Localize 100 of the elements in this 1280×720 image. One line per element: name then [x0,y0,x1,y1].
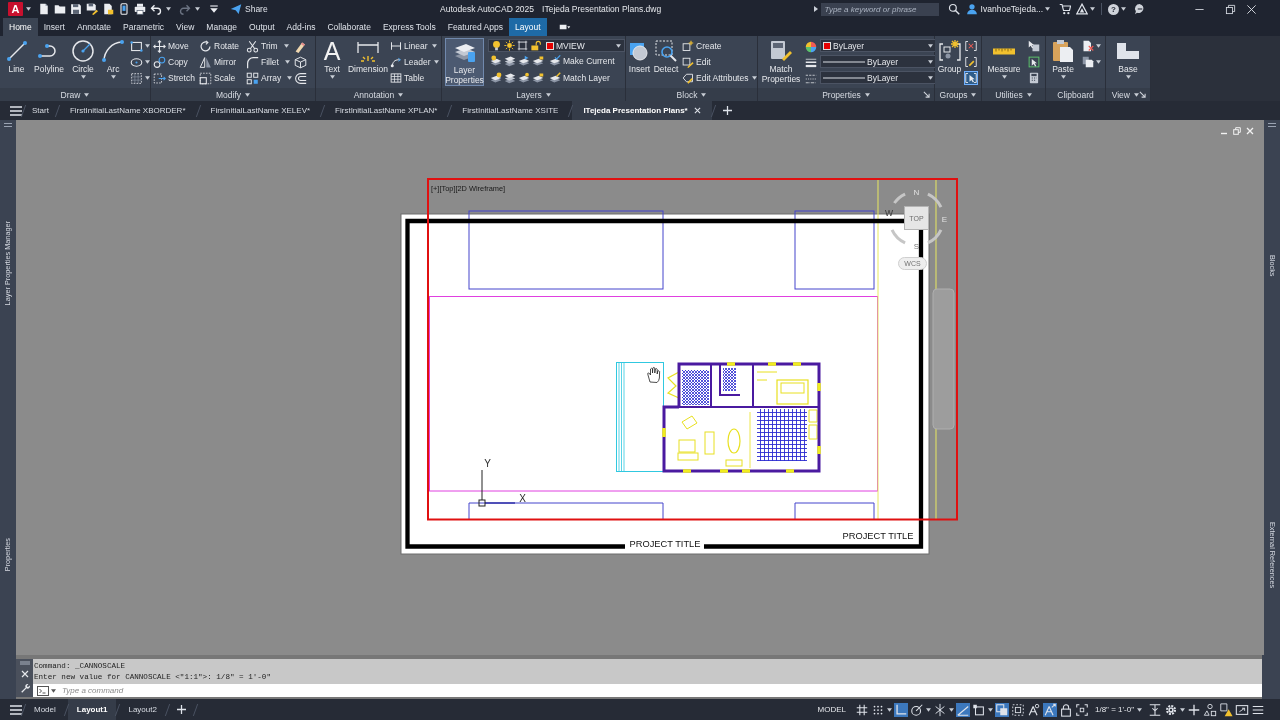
ribbon-tab[interactable]: View [170,18,201,36]
ellipse-icon[interactable] [130,55,143,69]
model-space-button[interactable]: MODEL [814,705,849,714]
corner-brackets-icon[interactable] [1075,702,1089,717]
file-tab[interactable]: FirstInitialLastName XPLAN* [324,101,449,120]
ribbon-tab[interactable]: Insert [37,18,71,36]
plus-icon[interactable] [722,106,732,115]
arc-tool-button[interactable]: Arc [101,38,125,79]
compass-figure-icon[interactable] [1027,702,1041,717]
copy-pages-icon[interactable] [1082,56,1094,68]
restore-icon[interactable] [1225,3,1236,15]
dashed-selection-icon[interactable] [1011,702,1025,717]
make-current-button[interactable]: Make Current [549,53,615,69]
prompt-icon[interactable] [37,685,49,696]
layer-properties-button[interactable]: Layer Properties [445,38,484,86]
fillet-button[interactable]: Fillet [246,54,294,70]
undo-icon[interactable] [150,3,162,15]
user-icon[interactable] [965,3,978,15]
dialog-launcher-icon[interactable] [923,91,930,98]
model-tab[interactable]: Model [25,699,65,720]
file-tab[interactable]: FirstInitialLastName XSITE [451,101,570,120]
layout-tab[interactable]: Layout2 [119,699,166,720]
grip-icon[interactable] [1268,123,1276,127]
calculator-icon[interactable] [1028,72,1040,84]
caret-icon[interactable] [926,707,931,712]
cart-icon[interactable] [1059,3,1071,15]
printer-icon[interactable] [134,3,146,15]
color-dropdown[interactable]: ByLayer [820,39,937,52]
move-button[interactable]: Move [153,38,199,54]
base-view-button[interactable]: Base [1114,38,1142,79]
layer-dropdown[interactable]: MVIEW [488,39,625,52]
caret-icon[interactable] [1096,60,1101,64]
caret-icon[interactable] [1180,707,1185,712]
file-tab[interactable]: FirsInitialLastName XELEV* [199,101,322,120]
ribbon-tab[interactable]: Home [3,18,38,36]
ribbon-tab[interactable]: Add-ins [280,18,322,36]
ribbon-tab[interactable]: Annotate [70,18,117,36]
text-tool-button[interactable]: A Text [318,38,346,79]
ribbon-tab[interactable]: Layout [509,18,547,36]
cut-page-icon[interactable] [1082,40,1094,52]
compass-letter[interactable]: S [913,242,920,251]
edit-block-button[interactable]: Edit [682,54,758,70]
paste-button[interactable]: Paste [1049,38,1077,79]
linear-dimension-button[interactable]: Linear [390,38,440,54]
redo-icon[interactable] [179,3,191,15]
mobile-device-icon[interactable] [118,3,130,15]
grid-icon[interactable] [855,702,869,717]
plus-icon[interactable] [1187,702,1201,717]
help-button[interactable]: ? [1108,3,1119,15]
detect-button[interactable]: Detect [653,38,679,74]
file-tab[interactable]: FirstInitialLastName XBORDER* [58,101,197,120]
group-button[interactable]: Group [937,38,962,74]
line-tool-button[interactable]: Line [4,38,29,74]
dialog-launcher-icon[interactable] [1139,91,1146,98]
search-field[interactable]: Type a keyword or phrase [820,2,939,16]
layers-bulb-icon[interactable] [490,72,502,84]
caret-icon[interactable] [26,7,31,11]
close-icon[interactable] [1246,3,1257,15]
hatch-icon[interactable] [130,71,143,85]
document-icon[interactable] [102,3,114,15]
annotation-scale-dropdown[interactable]: 1/8" = 1'-0" [1095,705,1142,714]
layers-lock-icon[interactable] [532,55,544,67]
group-edit-icon[interactable] [965,56,977,68]
wrench-icon[interactable] [19,683,30,693]
layers-sun-icon[interactable] [518,72,530,84]
array-button[interactable]: Array [246,70,294,86]
rectangle-icon[interactable] [130,39,143,53]
caret-icon[interactable] [195,7,200,11]
copy-button[interactable]: Copy [153,54,199,70]
leader-button[interactable]: Leader [390,54,440,70]
offset-arcs-icon[interactable] [294,71,307,85]
layers-stack-icon[interactable] [504,72,516,84]
open-folder-icon[interactable] [54,3,66,15]
grip-icon[interactable] [4,123,12,127]
layers-stack-icon[interactable] [504,55,516,67]
polyline-tool-button[interactable]: Polyline [32,38,66,74]
linetype-dropdown[interactable]: ByLayer [820,71,937,84]
ribbon-tab[interactable]: Featured Apps [441,18,509,36]
layers-arrow-icon[interactable] [518,55,530,67]
caret-icon[interactable] [1096,44,1101,48]
caret-icon[interactable] [949,707,954,712]
chat-bubble-icon[interactable] [1134,3,1146,15]
ribbon-tab[interactable]: Express Tools [376,18,442,36]
ribbon-tab[interactable]: Output [243,18,281,36]
cursor-square-icon[interactable] [1028,56,1040,68]
new-file-icon[interactable] [38,3,50,15]
crossed-lines-icon[interactable] [933,702,947,717]
layers-bulb-icon[interactable] [490,55,502,67]
caret-icon[interactable] [1090,7,1095,11]
toolbar-menu-icon[interactable] [208,3,220,15]
expand-arrow-icon[interactable] [813,6,818,12]
layout-tab[interactable]: Layout1 [67,699,117,720]
cursor-block-icon[interactable] [1028,40,1040,52]
search-icon[interactable] [947,3,960,15]
lineweight-icon[interactable] [805,57,817,69]
insert-block-button[interactable]: Insert [628,38,651,74]
linetype-icon[interactable] [805,73,817,85]
plus-icon[interactable] [176,705,186,714]
lineweight-dropdown[interactable]: ByLayer [820,55,937,68]
shapes-icon[interactable] [1203,702,1217,717]
